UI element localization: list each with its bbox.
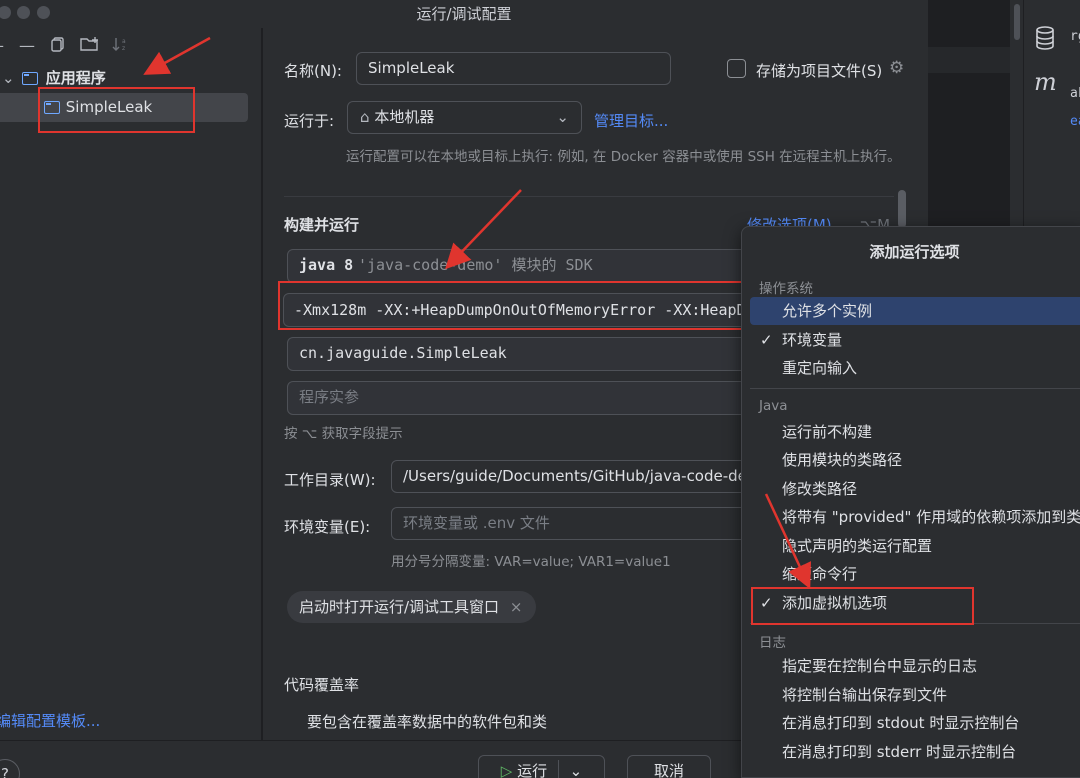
annotation-arrow — [143, 36, 211, 75]
annotation-arrow — [764, 493, 812, 590]
annotation-arrows — [143, 36, 812, 590]
annotation-arrow — [445, 189, 522, 270]
